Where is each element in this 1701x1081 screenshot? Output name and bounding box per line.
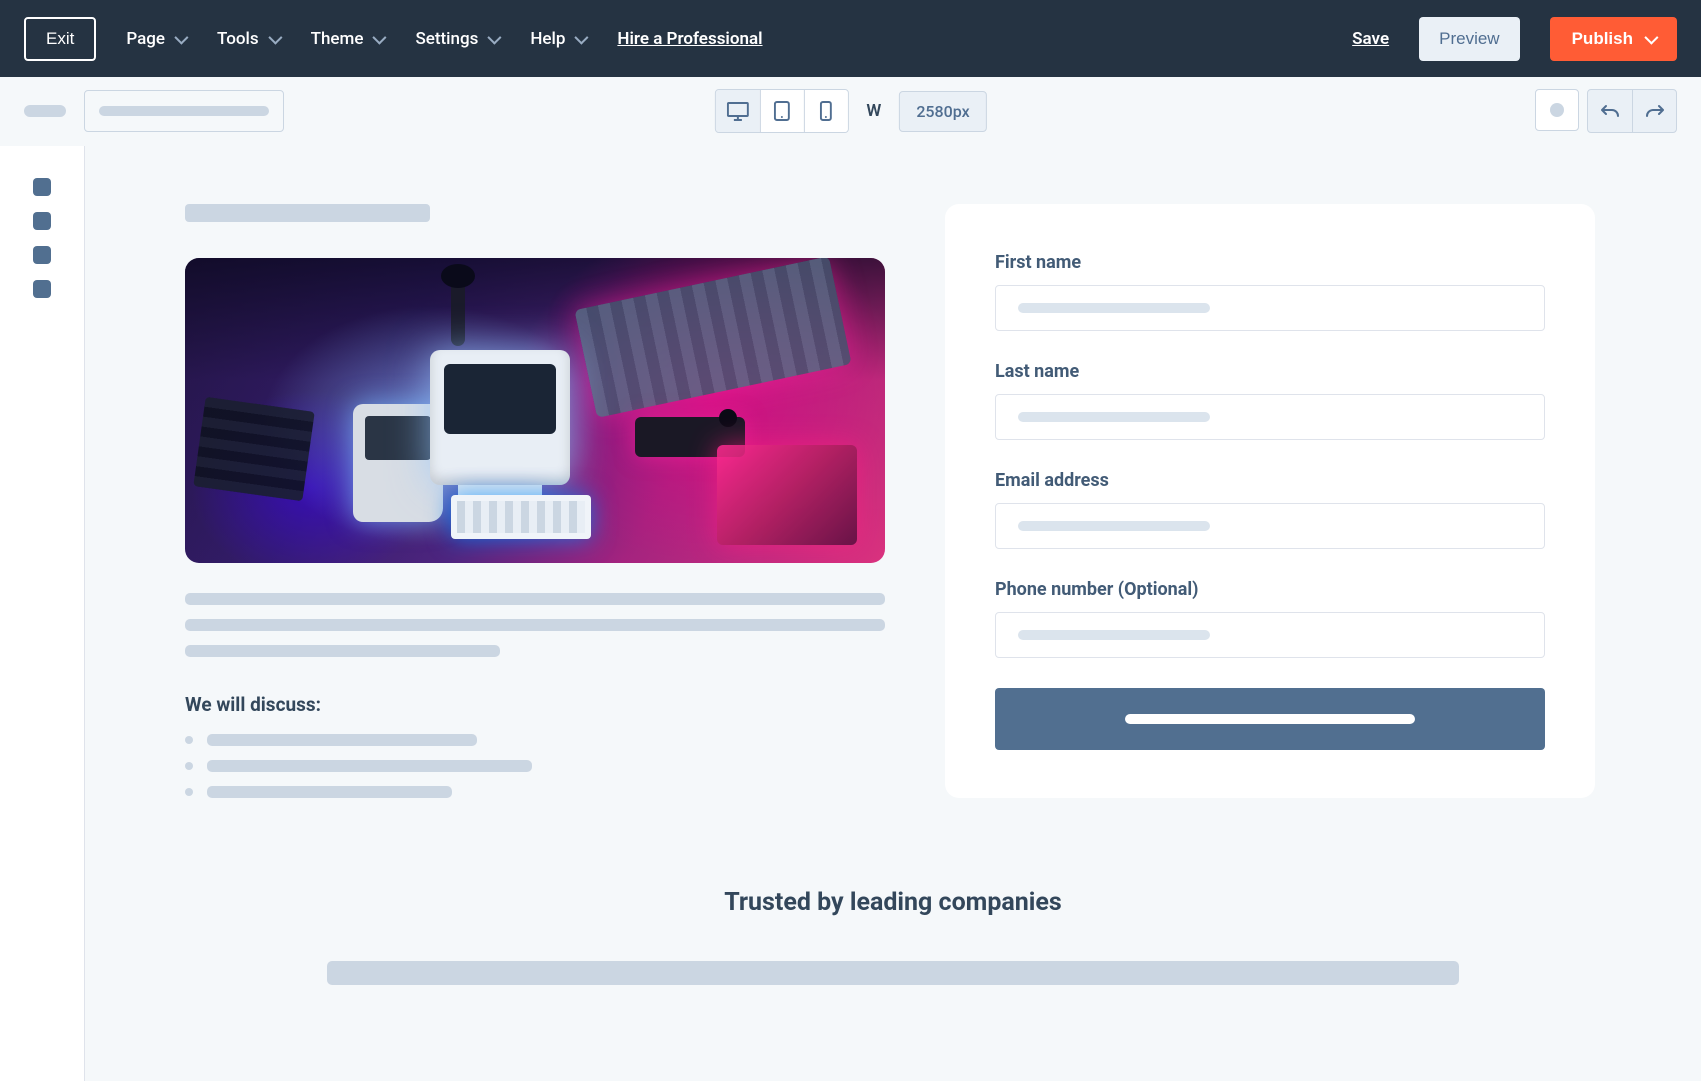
first-name-input[interactable]	[995, 285, 1545, 331]
nav-item-theme[interactable]: Theme	[311, 29, 384, 49]
input-placeholder	[1018, 303, 1210, 313]
width-input[interactable]: 2580px	[899, 91, 986, 132]
device-preview-group	[714, 89, 848, 133]
form-label: Email address	[995, 470, 1545, 491]
retro-monitor	[430, 350, 570, 485]
list-item	[185, 760, 885, 772]
hire-professional-link[interactable]: Hire a Professional	[617, 29, 762, 49]
editor-toolbar: W 2580px	[0, 77, 1701, 146]
nav-label: Settings	[415, 29, 478, 49]
nav-item-settings[interactable]: Settings	[415, 29, 498, 49]
text-line	[207, 734, 477, 746]
main-area: We will discuss:	[0, 146, 1701, 1081]
undo-button[interactable]	[1588, 90, 1632, 132]
input-placeholder	[1018, 412, 1210, 422]
publish-button[interactable]: Publish	[1550, 17, 1677, 61]
chevron-down-icon	[174, 30, 188, 44]
nav-label: Theme	[311, 29, 364, 49]
retro-keyboard-left	[193, 397, 314, 501]
bullet-icon	[185, 762, 193, 770]
chevron-down-icon	[1644, 30, 1658, 44]
nav-item-help[interactable]: Help	[530, 29, 585, 49]
bullet-icon	[185, 736, 193, 744]
preview-button[interactable]: Preview	[1419, 17, 1519, 61]
phone-input[interactable]	[995, 612, 1545, 658]
hero-image[interactable]	[185, 258, 885, 563]
joystick	[451, 276, 465, 346]
form-field-last-name: Last name	[995, 361, 1545, 440]
list-item	[185, 786, 885, 798]
form-card[interactable]: First name Last name Email address	[945, 204, 1595, 798]
undo-icon	[1600, 103, 1620, 119]
desktop-view-button[interactable]	[715, 90, 759, 132]
bullet-list[interactable]	[185, 734, 885, 798]
logos-placeholder	[327, 961, 1460, 985]
width-label: W	[866, 101, 881, 121]
save-link[interactable]: Save	[1352, 29, 1389, 49]
nav-label: Tools	[217, 29, 259, 49]
page-canvas[interactable]: We will discuss:	[85, 146, 1701, 1081]
trusted-section[interactable]: Trusted by leading companies	[185, 888, 1601, 985]
input-placeholder	[1018, 521, 1210, 531]
text-line	[207, 786, 452, 798]
publish-label: Publish	[1572, 29, 1633, 49]
nav-menu: Page Tools Theme Settings Help Hire a Pr…	[126, 29, 762, 49]
sidebar-tool-3[interactable]	[33, 246, 51, 264]
text-line	[185, 593, 885, 605]
form-label: Phone number (Optional)	[995, 579, 1545, 600]
page-title-input[interactable]	[84, 90, 284, 132]
form-field-phone: Phone number (Optional)	[995, 579, 1545, 658]
list-item	[185, 734, 885, 746]
form-field-first-name: First name	[995, 252, 1545, 331]
paragraph-placeholder[interactable]	[185, 593, 885, 657]
submit-button[interactable]	[995, 688, 1545, 750]
exit-button[interactable]: Exit	[24, 17, 96, 61]
mobile-view-button[interactable]	[803, 90, 847, 132]
text-line	[185, 645, 500, 657]
form-field-email: Email address	[995, 470, 1545, 549]
text-line	[207, 760, 532, 772]
email-input[interactable]	[995, 503, 1545, 549]
redo-button[interactable]	[1632, 90, 1676, 132]
retro-keyboard-right	[574, 258, 851, 418]
form-label: First name	[995, 252, 1545, 273]
placeholder-text	[99, 106, 269, 116]
last-name-input[interactable]	[995, 394, 1545, 440]
status-indicator[interactable]	[1535, 89, 1579, 131]
game-box-art	[717, 445, 857, 545]
trusted-heading: Trusted by leading companies	[185, 888, 1601, 917]
page-heading-placeholder[interactable]	[185, 204, 430, 222]
nav-label: Page	[126, 29, 165, 49]
button-label-placeholder	[1125, 714, 1415, 724]
chevron-down-icon	[268, 30, 282, 44]
left-sidebar	[0, 146, 85, 1081]
mini-keyboard	[451, 495, 591, 539]
toolbar-handle[interactable]	[24, 105, 66, 117]
sidebar-tool-2[interactable]	[33, 212, 51, 230]
sidebar-tool-4[interactable]	[33, 280, 51, 298]
sidebar-tool-1[interactable]	[33, 178, 51, 196]
chevron-down-icon	[488, 30, 502, 44]
redo-icon	[1645, 103, 1665, 119]
mobile-icon	[820, 101, 832, 121]
chevron-down-icon	[373, 30, 387, 44]
tablet-icon	[774, 101, 790, 121]
discuss-heading[interactable]: We will discuss:	[185, 693, 885, 716]
chevron-down-icon	[575, 30, 589, 44]
top-navbar: Exit Page Tools Theme Settings Help Hire…	[0, 0, 1701, 77]
form-label: Last name	[995, 361, 1545, 382]
desktop-icon	[726, 101, 748, 121]
undo-redo-group	[1587, 89, 1677, 133]
bullet-icon	[185, 788, 193, 796]
tablet-view-button[interactable]	[759, 90, 803, 132]
content-column: We will discuss:	[185, 204, 885, 798]
input-placeholder	[1018, 630, 1210, 640]
text-line	[185, 619, 885, 631]
nav-label: Help	[530, 29, 565, 49]
nav-item-page[interactable]: Page	[126, 29, 185, 49]
status-dot-icon	[1550, 103, 1564, 117]
nav-item-tools[interactable]: Tools	[217, 29, 279, 49]
